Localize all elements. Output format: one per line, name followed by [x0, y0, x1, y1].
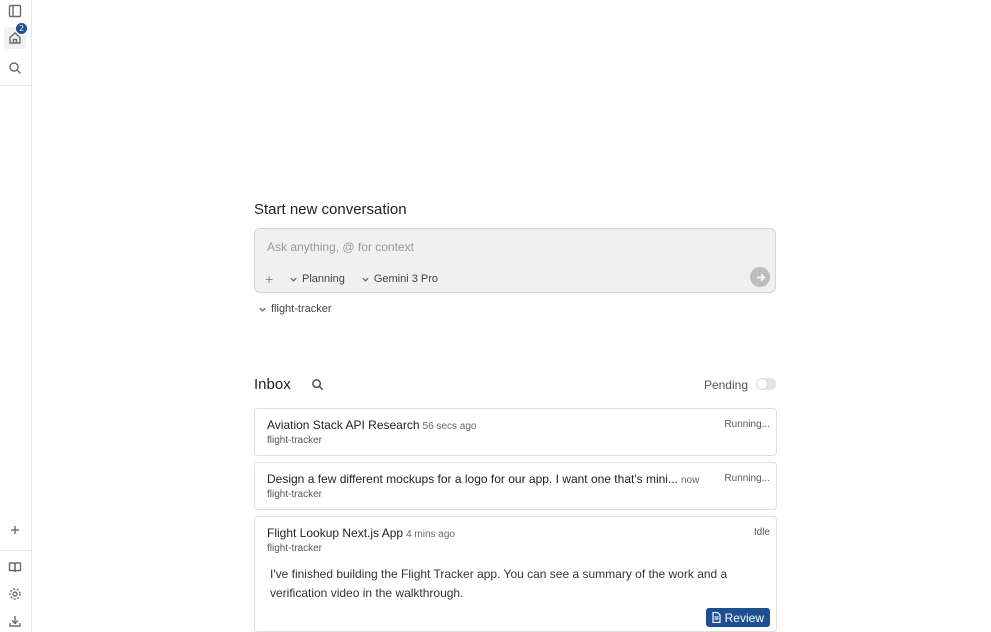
inbox-item-status: Running...	[724, 473, 770, 484]
search-nav-button[interactable]	[4, 57, 26, 79]
search-icon	[9, 62, 21, 74]
docs-button[interactable]	[4, 556, 26, 578]
inbox-item-title-row: Design a few different mockups for a log…	[267, 472, 699, 486]
pending-label: Pending	[703, 378, 748, 392]
prompt-input[interactable]	[265, 239, 749, 255]
workspace-label: flight-tracker	[271, 303, 332, 315]
main-content: Start new conversation + Planning Gemini…	[254, 0, 777, 632]
composer-toolbar: + Planning Gemini 3 Pro	[265, 271, 442, 287]
arrow-right-icon	[756, 273, 765, 281]
plus-icon	[11, 526, 19, 534]
page-title: Start new conversation	[254, 201, 407, 218]
inbox-item-title-row: Flight Lookup Next.js App 4 mins ago	[267, 526, 455, 540]
inbox-item-time: now	[680, 475, 700, 486]
inbox-item[interactable]: Aviation Stack API Research 56 secs ago f…	[254, 408, 777, 456]
inbox-item[interactable]: Design a few different mockups for a log…	[254, 462, 777, 510]
download-button[interactable]	[4, 610, 26, 632]
inbox-item-status: Running...	[724, 419, 770, 430]
inbox-item-message: I've finished building the Flight Tracke…	[270, 567, 728, 600]
document-icon	[712, 612, 721, 623]
inbox-item-time: 56 secs ago	[422, 421, 477, 432]
new-conversation-button[interactable]	[4, 519, 26, 541]
download-icon	[9, 616, 21, 627]
model-label: Gemini 3 Pro	[373, 273, 439, 285]
inbox-count-badge: 2	[16, 23, 27, 34]
inbox-item-title: Design a few different mockups for a log…	[267, 472, 678, 486]
inbox-item[interactable]: Flight Lookup Next.js App 4 mins ago flig…	[254, 516, 777, 632]
inbox-item-title: Aviation Stack API Research	[267, 418, 420, 432]
inbox-item-time: 4 mins ago	[406, 529, 455, 540]
rail-divider	[0, 85, 31, 86]
settings-button[interactable]	[4, 583, 26, 605]
rail-divider-bottom	[0, 550, 31, 551]
send-button[interactable]	[750, 267, 770, 287]
add-context-button[interactable]: +	[265, 271, 277, 287]
inbox-nav-button[interactable]: 2	[4, 23, 27, 49]
left-rail: 2	[0, 0, 32, 632]
inbox-header: Inbox Pending	[254, 376, 776, 396]
book-icon	[8, 562, 22, 573]
inbox-item-title-row: Aviation Stack API Research 56 secs ago	[267, 418, 476, 432]
inbox-search-button[interactable]	[311, 378, 325, 392]
chevron-down-icon	[259, 307, 266, 312]
composer-box: + Planning Gemini 3 Pro	[254, 228, 776, 293]
review-button[interactable]: Review	[705, 608, 770, 627]
mode-dropdown[interactable]: Planning	[285, 273, 349, 285]
mode-label: Planning	[302, 273, 345, 285]
inbox-item-title: Flight Lookup Next.js App	[267, 526, 404, 540]
search-icon	[312, 379, 324, 391]
workspace-selector[interactable]: flight-tracker	[258, 303, 332, 315]
inbox-item-workspace: flight-tracker	[267, 543, 323, 554]
chevron-down-icon	[362, 277, 369, 282]
inbox-item-status: Idle	[753, 527, 770, 538]
pending-toggle[interactable]	[756, 378, 776, 390]
inbox-title: Inbox	[254, 376, 291, 393]
chevron-down-icon	[290, 277, 297, 282]
sidebar-icon	[8, 4, 22, 18]
toggle-sidebar-button[interactable]	[4, 0, 26, 22]
inbox-item-workspace: flight-tracker	[267, 435, 323, 446]
inbox-item-workspace: flight-tracker	[267, 489, 323, 500]
review-label: Review	[724, 610, 764, 625]
model-dropdown[interactable]: Gemini 3 Pro	[357, 273, 442, 285]
gear-icon	[9, 588, 21, 600]
